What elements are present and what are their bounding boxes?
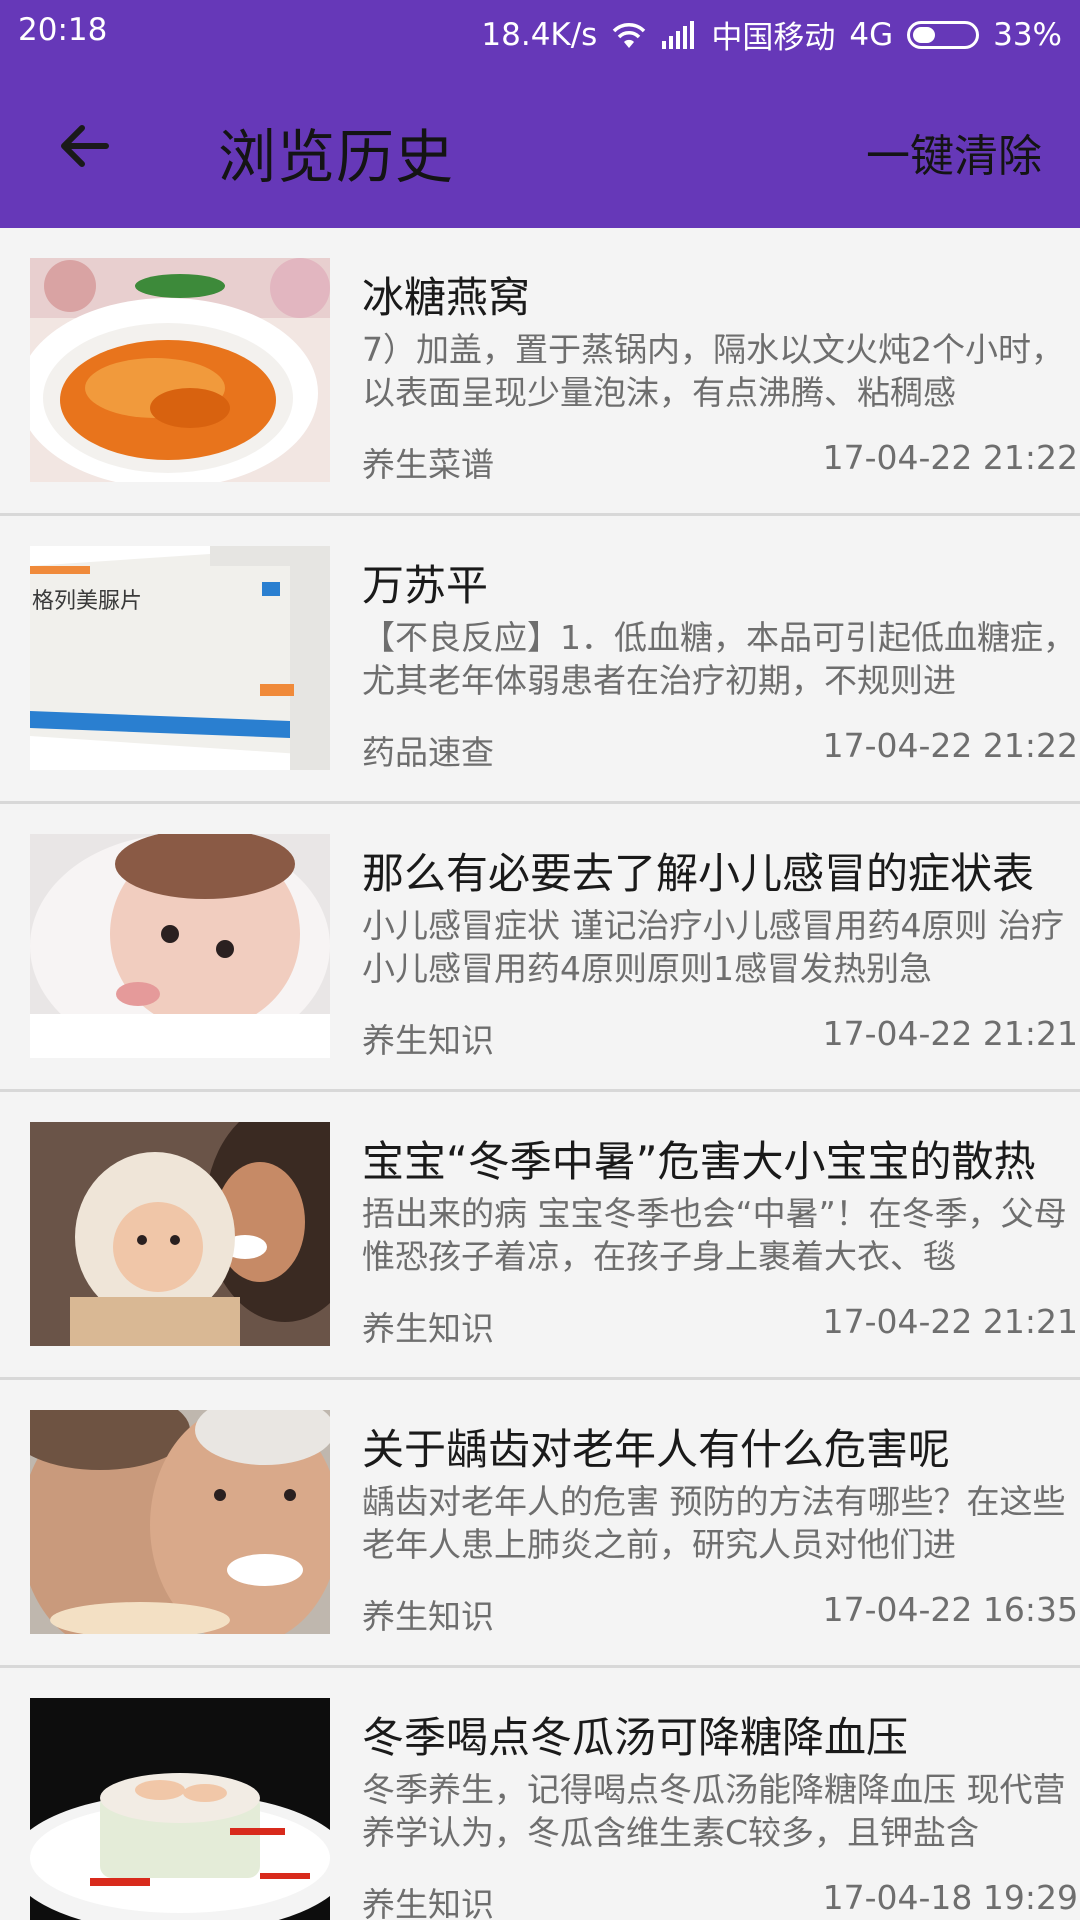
- network-speed: 18.4K/s: [481, 16, 598, 53]
- list-item[interactable]: 那么有必要去了解小儿感冒的症状表 小儿感冒症状 谨记治疗小儿感冒用药4原则 治疗…: [0, 804, 1080, 1092]
- item-category: 养生知识: [362, 1597, 494, 1636]
- app-bar: 浏览历史 一键清除: [0, 62, 1080, 228]
- medicine-box-image: 格列美脲片: [30, 546, 330, 770]
- battery-icon: [907, 20, 980, 49]
- item-description: 龋齿对老年人的危害 预防的方法有哪些？在这些老年人患上肺炎之前，研究人员对他们进: [362, 1482, 1066, 1564]
- wifi-icon: [613, 22, 646, 48]
- status-time: 20:18: [18, 12, 108, 48]
- list-item[interactable]: 关于龋齿对老年人有什么危害呢 龋齿对老年人的危害 预防的方法有哪些？在这些老年人…: [0, 1380, 1080, 1668]
- item-category: 养生菜谱: [362, 445, 494, 484]
- list-item[interactable]: 冬季喝点冬瓜汤可降糖降血压 冬季养生，记得喝点冬瓜汤能降糖降血压 现代营养学认为…: [0, 1668, 1080, 1920]
- mother-baby-image: [30, 1122, 330, 1346]
- list-item[interactable]: 宝宝“冬季中暑”危害大小宝宝的散热 捂出来的病 宝宝冬季也会“中暑”！在冬季，父…: [0, 1092, 1080, 1380]
- network-type: 4G: [849, 16, 894, 53]
- status-right: 18.4K/s 中国移动 4G 33%: [481, 12, 1062, 57]
- item-timestamp: 17-04-22 16:35: [822, 1590, 1078, 1629]
- item-category: 养生知识: [362, 1021, 494, 1060]
- item-description: 【不良反应】1．低血糖，本品可引起低血糖症，尤其老年体弱患者在治疗初期，不规则进: [362, 618, 1076, 700]
- winter-melon-dish-image: [30, 1698, 330, 1920]
- history-list: 冰糖燕窝 7）加盖，置于蒸锅内，隔水以文火炖2个小时，以表面呈现少量泡沫，有点沸…: [0, 228, 1080, 1920]
- signal-icon: [662, 20, 695, 49]
- page-title: 浏览历史: [218, 123, 455, 191]
- battery-level: 33%: [993, 16, 1062, 53]
- item-description: 7）加盖，置于蒸锅内，隔水以文火炖2个小时，以表面呈现少量泡沫，有点沸腾、粘稠感: [362, 330, 1064, 412]
- item-title: 万苏平: [362, 561, 489, 610]
- item-timestamp: 17-04-22 21:22: [822, 726, 1078, 765]
- elderly-couple-image: [30, 1410, 330, 1634]
- item-category: 养生知识: [362, 1885, 494, 1920]
- item-description: 冬季养生，记得喝点冬瓜汤能降糖降血压 现代营养学认为，冬瓜含维生素C较多，且钾盐…: [362, 1770, 1066, 1852]
- item-description: 小儿感冒症状 谨记治疗小儿感冒用药4原则 治疗小儿感冒用药4原则原则1感冒发热别…: [362, 906, 1064, 988]
- status-bar: 20:18 18.4K/s 中国移动 4G 33%: [0, 0, 1080, 62]
- item-category: 药品速查: [362, 733, 494, 772]
- medicine-box-label: 格列美脲片: [32, 589, 142, 614]
- item-timestamp: 17-04-22 21:22: [822, 438, 1078, 477]
- item-title: 关于龋齿对老年人有什么危害呢: [362, 1425, 951, 1474]
- item-title: 冬季喝点冬瓜汤可降糖降血压: [362, 1713, 909, 1762]
- list-item[interactable]: 冰糖燕窝 7）加盖，置于蒸锅内，隔水以文火炖2个小时，以表面呈现少量泡沫，有点沸…: [0, 228, 1080, 516]
- item-description: 捂出来的病 宝宝冬季也会“中暑”！在冬季，父母惟恐孩子着凉，在孩子身上裹着大衣、…: [362, 1194, 1067, 1276]
- item-title: 那么有必要去了解小儿感冒的症状表: [362, 849, 1035, 898]
- baby-image: [30, 834, 330, 1058]
- back-arrow-icon[interactable]: [54, 116, 114, 176]
- top-bar: 20:18 18.4K/s 中国移动 4G 33% 浏览历史 一键清除: [0, 0, 1080, 228]
- item-timestamp: 17-04-22 21:21: [822, 1302, 1078, 1341]
- bird-nest-soup-image: [30, 258, 330, 482]
- carrier-name: 中国移动: [711, 20, 836, 56]
- item-title: 宝宝“冬季中暑”危害大小宝宝的散热: [362, 1137, 1036, 1186]
- item-category: 养生知识: [362, 1309, 494, 1348]
- clear-all-button[interactable]: 一键清除: [866, 120, 1042, 184]
- item-title: 冰糖燕窝: [362, 273, 531, 322]
- item-timestamp: 17-04-22 21:21: [822, 1014, 1078, 1053]
- list-item[interactable]: 格列美脲片 万苏平 【不良反应】1．低血糖，本品可引起低血糖症，尤其老年体弱患者…: [0, 516, 1080, 804]
- item-timestamp: 17-04-18 19:29: [822, 1878, 1078, 1917]
